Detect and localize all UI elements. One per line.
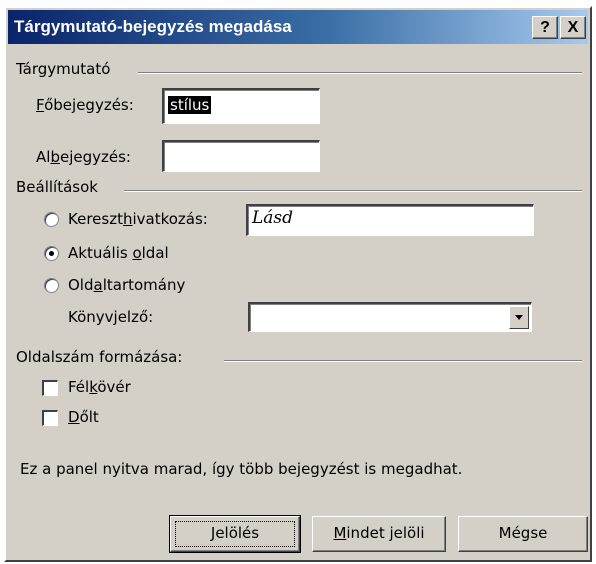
cross-reference-value: Lásd [252,208,294,228]
focus-rectangle [175,521,295,547]
italic-checkbox[interactable] [42,410,58,426]
current-page-label[interactable]: Aktuális oldal [68,244,169,262]
cross-reference-label[interactable]: Kereszthivatkozás: [68,210,208,228]
bold-checkbox[interactable] [42,380,58,396]
main-entry-value: stílus [168,96,212,114]
italic-label[interactable]: Dőlt [68,408,99,426]
options-group-rule [124,190,582,192]
help-button[interactable]: ? [532,16,558,39]
cancel-button[interactable]: Mégse [458,516,588,552]
title-bar: Tárgymutató-bejegyzés megadása ? X [8,10,588,44]
options-group-heading: Beállítások [16,178,98,196]
index-entry-dialog: Tárgymutató-bejegyzés megadása ? X Tárgy… [4,6,592,562]
mark-button[interactable]: Jelölés [169,515,301,553]
current-page-radio[interactable] [44,246,59,261]
info-note: Ez a panel nyitva marad, így több bejegy… [20,460,463,478]
subentry-label: Albejegyzés: [36,148,131,166]
bookmark-label: Könyvjelző: [68,308,154,326]
dropdown-arrow-button[interactable] [509,306,529,329]
subentry-field[interactable] [162,140,320,172]
chevron-down-icon [515,315,523,320]
page-range-radio[interactable] [44,278,59,293]
index-group-heading: Tárgymutató [16,60,111,78]
index-group-rule [138,72,582,74]
bookmark-dropdown[interactable] [248,302,532,332]
bold-label[interactable]: Félkövér [68,378,131,396]
window-title: Tárgymutató-bejegyzés megadása [14,17,292,36]
cross-reference-radio[interactable] [44,212,59,227]
format-group-rule [224,360,582,362]
page-range-label[interactable]: Oldaltartomány [68,276,185,294]
main-entry-label: Főbejegyzés: [36,96,134,114]
mark-all-button[interactable]: Mindet jelöli [312,516,446,552]
radio-selected-dot [49,251,54,256]
main-entry-field[interactable]: stílus [162,88,320,124]
cross-reference-field[interactable]: Lásd [246,204,534,236]
format-group-heading: Oldalszám formázása: [16,348,183,366]
close-button[interactable]: X [560,16,586,39]
